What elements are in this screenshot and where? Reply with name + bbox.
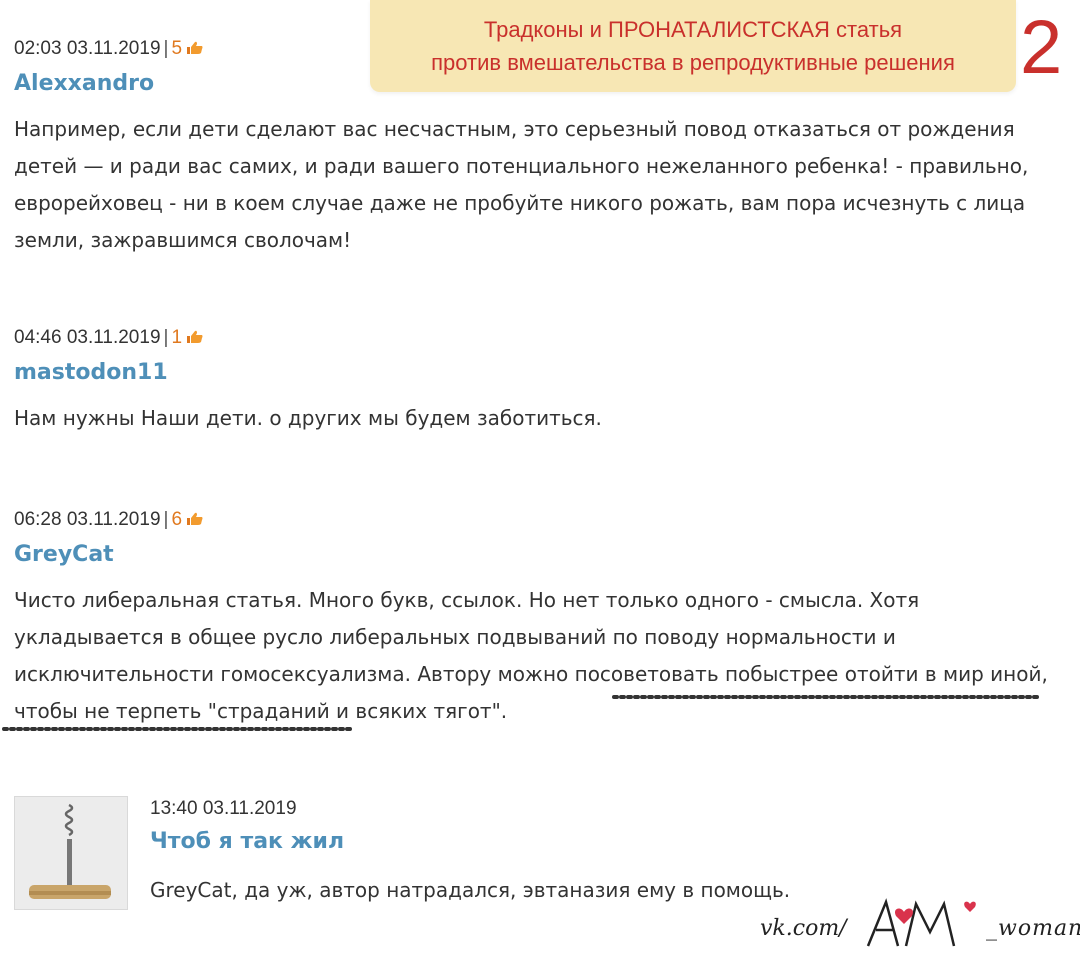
comment: 04:46 03.11.2019 | 1 mastodon11 Нам нужны … <box>14 325 1064 437</box>
dotted-underline-decoration <box>2 727 354 731</box>
meta-separator: | <box>163 327 169 348</box>
comment-text: Нам нужны Наши дети. о других мы будем з… <box>14 406 602 430</box>
corkscrew-avatar[interactable] <box>14 796 128 910</box>
comment-meta: 06:28 03.11.2019 | 6 <box>14 507 1064 533</box>
comment-timestamp: 02:03 03.11.2019 <box>14 38 161 59</box>
comment-meta: 02:03 03.11.2019 | 5 <box>14 36 1064 62</box>
comment-author-link[interactable]: GreyCat <box>14 541 1064 569</box>
rating-count[interactable]: 1 <box>171 327 182 348</box>
watermark-suffix: _woman <box>986 916 1080 941</box>
thumbs-up-icon[interactable] <box>186 330 204 344</box>
dotted-underline-decoration <box>612 695 1042 699</box>
comment-author-link[interactable]: Чтоб я так жил <box>150 828 1050 856</box>
watermark: vk.com/ _woman <box>760 896 1080 954</box>
thumbs-up-icon[interactable] <box>186 512 204 526</box>
comment-timestamp: 13:40 03.11.2019 <box>150 798 297 819</box>
comment-text: Чисто либеральная статья. Много букв, сс… <box>14 588 1048 723</box>
comment-meta: 04:46 03.11.2019 | 1 <box>14 325 1064 351</box>
rating-count[interactable]: 5 <box>171 38 182 59</box>
comment-text: Например, если дети сделают вас несчастн… <box>14 117 1029 252</box>
comment-timestamp: 04:46 03.11.2019 <box>14 327 161 348</box>
rating-count[interactable]: 6 <box>171 509 182 530</box>
reply-body: 13:40 03.11.2019 Чтоб я так жил GreyCat,… <box>150 796 1050 909</box>
comment-author-link[interactable]: Alexxandro <box>14 70 1064 98</box>
meta-separator: | <box>163 509 169 530</box>
watermark-prefix: vk.com/ <box>760 916 847 941</box>
thumbs-up-icon[interactable] <box>186 41 204 55</box>
am-heart-logo <box>866 898 976 947</box>
comment-timestamp: 06:28 03.11.2019 <box>14 509 161 530</box>
meta-separator: | <box>163 38 169 59</box>
comment-author-link[interactable]: mastodon11 <box>14 359 1064 387</box>
comment: 02:03 03.11.2019 | 5 Alexxandro Например, … <box>14 36 1064 259</box>
